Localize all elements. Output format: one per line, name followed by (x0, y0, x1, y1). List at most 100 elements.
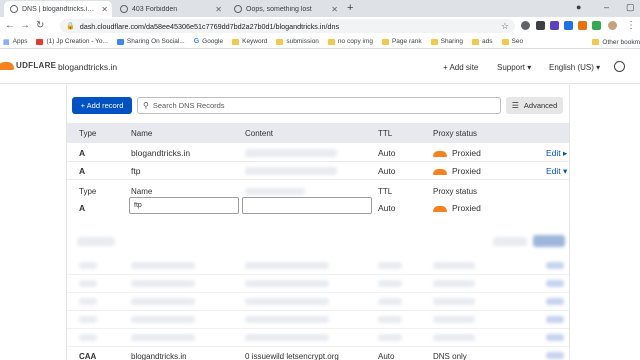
extension-icon[interactable] (550, 21, 559, 30)
extension-icon[interactable] (578, 21, 587, 30)
table-row[interactable]: A ftp Auto Proxied Edit ▾ (67, 162, 569, 180)
content-field[interactable] (242, 197, 372, 214)
site-name[interactable]: blogandtricks.in (58, 62, 117, 72)
search-dns-records[interactable]: ⚲ (137, 97, 501, 114)
col-name[interactable]: Name (131, 129, 152, 138)
record-ttl: Auto (378, 352, 395, 360)
maximize-icon[interactable]: ▢ (626, 2, 635, 13)
extension-icon[interactable] (592, 21, 601, 30)
cloudflare-logo[interactable]: UDFLARE (0, 61, 56, 70)
minimize-icon[interactable]: – (604, 2, 609, 12)
dns-records-card: + Add record ⚲ ☰ Advanced Type Name Cont… (66, 85, 570, 360)
record-type: A (79, 166, 86, 176)
cloudflare-favicon-icon (10, 5, 18, 13)
extension-icon[interactable] (564, 21, 573, 30)
proxy-status-label: Proxy status (433, 187, 478, 196)
proxied-cloud-icon (433, 205, 447, 212)
record-content-redacted (245, 167, 337, 175)
extension-icon[interactable] (536, 21, 545, 30)
folder-icon (381, 38, 389, 45)
table-row[interactable]: CAA blogandtricks.in 0 issuewild letsenc… (67, 347, 569, 360)
col-proxy-status[interactable]: Proxy status (433, 129, 477, 138)
col-ttl[interactable]: TTL (378, 129, 392, 138)
bookmark-item[interactable]: G Google (194, 38, 223, 45)
apps-icon: ▦ (3, 38, 10, 46)
folder-icon (276, 38, 284, 45)
bookmark-item[interactable]: Sharing (430, 38, 463, 45)
proxied-cloud-icon (433, 150, 447, 157)
bookmark-item[interactable]: Keyword (232, 38, 267, 45)
close-icon[interactable]: ✕ (215, 5, 222, 14)
close-icon[interactable]: ✕ (101, 5, 108, 14)
record-content: 0 issuewild letsencrypt.org (245, 352, 339, 360)
tab-title: Oops, something lost (246, 5, 312, 13)
back-icon[interactable]: ← (5, 20, 15, 31)
other-bookmarks[interactable]: Other bookm (586, 35, 640, 48)
folder-icon (592, 39, 600, 45)
add-record-button[interactable]: + Add record (72, 97, 132, 114)
folder-icon (327, 38, 335, 45)
table-row (67, 275, 569, 293)
redacted-button (77, 237, 115, 246)
tab-search-icon[interactable]: ● (576, 2, 581, 12)
bookmark-star-icon[interactable]: ☆ (501, 21, 509, 32)
address-bar[interactable]: 🔒 dash.cloudflare.com/da58ee45306e51c776… (60, 19, 515, 33)
browser-tab-strip: DNS | blogandtricks.in | Account ✕ 403 F… (0, 0, 640, 17)
table-header: Type Name Content TTL Proxy status (67, 123, 569, 143)
edit-link[interactable]: Edit ▾ (546, 166, 567, 177)
bookmark-item[interactable]: Sharing On Social... (116, 38, 185, 45)
advanced-button[interactable]: ☰ Advanced (506, 97, 563, 114)
proxy-toggle[interactable]: Proxied (433, 203, 481, 213)
table-row (67, 329, 569, 347)
tab-oops[interactable]: Oops, something lost ✕ (228, 1, 342, 17)
close-icon[interactable]: ✕ (331, 5, 338, 14)
bookmark-item[interactable]: no copy img (327, 38, 373, 45)
ttl-label: TTL (378, 187, 393, 196)
tab-title: 403 Forbidden (132, 5, 178, 13)
cloudflare-header: UDFLARE blogandtricks.in + Add site Supp… (0, 50, 640, 84)
forward-icon[interactable]: → (20, 20, 30, 31)
redacted-button (493, 237, 527, 246)
bookmark-item[interactable]: submission (276, 38, 319, 45)
bookmark-item[interactable]: ads (472, 38, 493, 45)
menu-icon[interactable]: ⋮ (626, 20, 636, 31)
page-icon (116, 38, 124, 45)
ttl-value[interactable]: Auto (378, 203, 396, 213)
col-type[interactable]: Type (79, 129, 96, 138)
url-text: dash.cloudflare.com/da58ee45306e51c7769d… (79, 21, 340, 31)
edit-link[interactable]: Edit ▸ (546, 148, 567, 159)
add-site-button[interactable]: + Add site (443, 63, 478, 72)
col-content[interactable]: Content (245, 129, 273, 138)
user-account-icon[interactable] (614, 61, 625, 72)
bookmarks-bar: ▦ Apps (1) Jp Creation - Yo... Sharing On… (0, 35, 640, 49)
tab-403[interactable]: 403 Forbidden ✕ (114, 1, 226, 17)
bookmark-item[interactable]: Seo (501, 38, 523, 45)
type-value[interactable]: A (79, 203, 85, 213)
language-dropdown[interactable]: English (US) ▾ (549, 63, 600, 72)
new-tab-button[interactable]: + (347, 2, 353, 14)
profile-avatar[interactable] (608, 21, 617, 30)
folder-icon (501, 38, 509, 45)
search-input[interactable] (152, 101, 473, 110)
table-row (67, 257, 569, 275)
browser-toolbar: ← → ↻ 🔒 dash.cloudflare.com/da58ee45306e… (0, 17, 640, 35)
reload-icon[interactable]: ↻ (36, 20, 44, 31)
bookmark-item[interactable]: (1) Jp Creation - Yo... (36, 38, 108, 45)
google-icon: G (193, 38, 200, 45)
support-dropdown[interactable]: Support ▾ (497, 63, 531, 72)
table-row (67, 293, 569, 311)
tab-dns[interactable]: DNS | blogandtricks.in | Account ✕ (4, 1, 112, 17)
proxy-status: Proxied (433, 148, 481, 158)
record-ttl: Auto (378, 166, 396, 176)
name-field[interactable] (129, 197, 239, 214)
bookmark-apps[interactable]: ▦ Apps (3, 38, 27, 46)
record-name: ftp (131, 166, 141, 176)
bookmark-item[interactable]: Page rank (381, 38, 422, 45)
edit-link-redacted[interactable] (546, 352, 564, 359)
record-name: blogandtricks.in (131, 352, 187, 360)
lock-icon: 🔒 (66, 23, 75, 30)
table-row[interactable]: A blogandtricks.in Auto Proxied Edit ▸ (67, 144, 569, 162)
proxied-cloud-icon (433, 168, 447, 175)
extension-icon[interactable] (521, 21, 530, 30)
proxy-status: DNS only (433, 352, 467, 360)
